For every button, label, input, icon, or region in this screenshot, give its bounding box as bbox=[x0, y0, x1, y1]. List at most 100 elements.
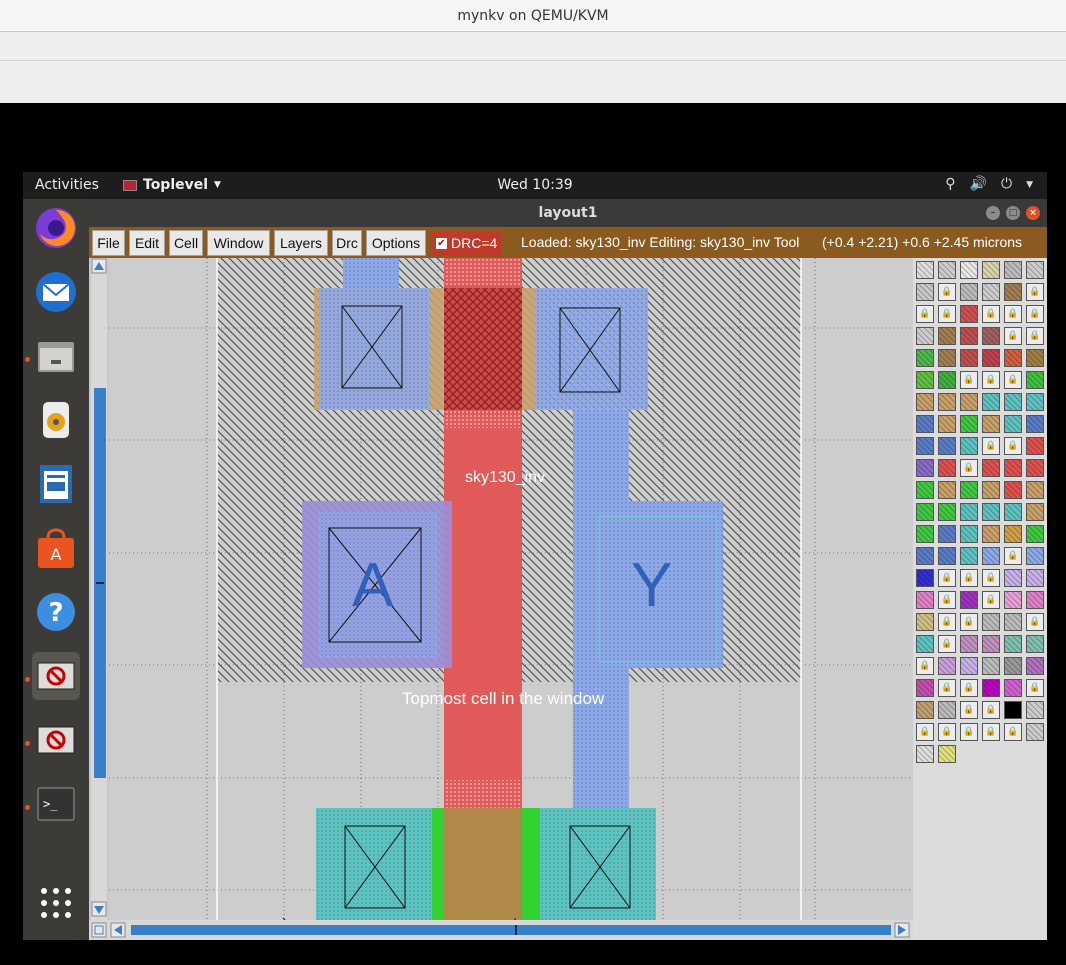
layer-lock-icon[interactable]: 🔒 bbox=[1026, 679, 1044, 697]
layer-swatch[interactable] bbox=[982, 547, 1000, 565]
layer-swatch[interactable] bbox=[916, 437, 934, 455]
show-applications-icon[interactable] bbox=[32, 879, 80, 927]
layer-lock-icon[interactable]: 🔒 bbox=[1004, 371, 1022, 389]
layer-swatch[interactable] bbox=[938, 393, 956, 411]
menu-options[interactable]: Options bbox=[366, 230, 426, 256]
horizontal-scrollbar[interactable] bbox=[89, 920, 913, 940]
layer-swatch[interactable] bbox=[960, 525, 978, 543]
layer-swatch[interactable] bbox=[1026, 701, 1044, 719]
layer-swatch[interactable] bbox=[982, 481, 1000, 499]
terminal-icon[interactable]: >_ bbox=[32, 780, 80, 828]
layer-swatch[interactable] bbox=[1004, 283, 1022, 301]
layer-swatch[interactable] bbox=[916, 547, 934, 565]
layer-swatch[interactable] bbox=[916, 327, 934, 345]
layer-swatch[interactable] bbox=[1004, 415, 1022, 433]
layer-lock-icon[interactable]: 🔒 bbox=[916, 305, 934, 323]
layer-lock-icon[interactable]: 🔒 bbox=[938, 569, 956, 587]
menu-window[interactable]: Window bbox=[207, 230, 270, 256]
power-icon[interactable]: ⏻ bbox=[1001, 176, 1012, 194]
software-center-icon[interactable]: A bbox=[32, 524, 80, 572]
layer-swatch[interactable] bbox=[1026, 657, 1044, 675]
layer-lock-icon[interactable]: 🔒 bbox=[938, 591, 956, 609]
layer-swatch[interactable] bbox=[960, 547, 978, 565]
layer-swatch[interactable] bbox=[916, 745, 934, 763]
layer-swatch[interactable] bbox=[982, 657, 1000, 675]
layer-swatch[interactable] bbox=[960, 503, 978, 521]
layer-swatch[interactable] bbox=[1004, 657, 1022, 675]
layer-lock-icon[interactable]: 🔒 bbox=[960, 723, 978, 741]
layer-swatch[interactable] bbox=[1004, 525, 1022, 543]
layer-swatch[interactable] bbox=[960, 591, 978, 609]
layer-swatch[interactable] bbox=[916, 503, 934, 521]
layer-lock-icon[interactable]: 🔒 bbox=[938, 283, 956, 301]
layer-lock-icon[interactable]: 🔒 bbox=[960, 459, 978, 477]
layer-swatch[interactable] bbox=[1004, 613, 1022, 631]
layer-swatch[interactable] bbox=[916, 349, 934, 367]
layer-swatch[interactable] bbox=[1026, 393, 1044, 411]
layer-swatch[interactable] bbox=[1026, 415, 1044, 433]
layer-swatch[interactable] bbox=[1004, 679, 1022, 697]
layer-swatch[interactable] bbox=[938, 349, 956, 367]
layer-lock-icon[interactable]: 🔒 bbox=[960, 613, 978, 631]
layer-swatch[interactable] bbox=[1004, 569, 1022, 587]
layer-swatch[interactable] bbox=[982, 393, 1000, 411]
layer-swatch[interactable] bbox=[982, 613, 1000, 631]
layer-swatch[interactable] bbox=[982, 525, 1000, 543]
layer-lock-icon[interactable]: 🔒 bbox=[982, 591, 1000, 609]
layer-swatch[interactable] bbox=[960, 657, 978, 675]
layer-lock-icon[interactable]: 🔒 bbox=[1026, 283, 1044, 301]
clock[interactable]: Wed 10:39 bbox=[23, 177, 1047, 193]
layer-swatch[interactable] bbox=[938, 415, 956, 433]
menu-edit[interactable]: Edit bbox=[129, 230, 165, 256]
layer-lock-icon[interactable]: 🔒 bbox=[938, 635, 956, 653]
layer-swatch[interactable] bbox=[960, 261, 978, 279]
layer-swatch[interactable] bbox=[1004, 459, 1022, 477]
layer-swatch[interactable] bbox=[916, 701, 934, 719]
layer-swatch[interactable] bbox=[960, 635, 978, 653]
layer-swatch[interactable] bbox=[1004, 261, 1022, 279]
layer-swatch[interactable] bbox=[1004, 393, 1022, 411]
layer-swatch[interactable] bbox=[1026, 371, 1044, 389]
layer-swatch[interactable] bbox=[982, 327, 1000, 345]
layer-swatch[interactable] bbox=[916, 591, 934, 609]
chevron-down-icon[interactable]: ▼ bbox=[1026, 176, 1033, 194]
libreoffice-writer-icon[interactable] bbox=[32, 460, 80, 508]
layer-swatch[interactable] bbox=[982, 415, 1000, 433]
layer-lock-icon[interactable]: 🔒 bbox=[1004, 547, 1022, 565]
layer-swatch[interactable] bbox=[1026, 349, 1044, 367]
layer-swatch[interactable] bbox=[960, 393, 978, 411]
layer-lock-icon[interactable]: 🔒 bbox=[982, 305, 1000, 323]
layer-lock-icon[interactable]: 🔒 bbox=[982, 371, 1000, 389]
layer-swatch[interactable] bbox=[1026, 437, 1044, 455]
minimize-icon[interactable]: – bbox=[986, 206, 1000, 220]
layer-lock-icon[interactable]: 🔒 bbox=[916, 657, 934, 675]
magic-layout-icon[interactable] bbox=[32, 652, 80, 700]
layer-swatch[interactable] bbox=[960, 305, 978, 323]
layer-swatch[interactable] bbox=[960, 437, 978, 455]
layer-swatch[interactable] bbox=[916, 459, 934, 477]
layer-swatch[interactable] bbox=[938, 657, 956, 675]
layer-lock-icon[interactable]: 🔒 bbox=[1004, 327, 1022, 345]
layer-lock-icon[interactable]: 🔒 bbox=[916, 723, 934, 741]
layer-swatch[interactable] bbox=[1026, 569, 1044, 587]
close-icon[interactable]: × bbox=[1026, 206, 1040, 220]
layer-swatch[interactable] bbox=[938, 459, 956, 477]
layer-swatch[interactable] bbox=[1026, 547, 1044, 565]
layer-swatch[interactable] bbox=[938, 327, 956, 345]
layer-lock-icon[interactable]: 🔒 bbox=[1004, 305, 1022, 323]
layer-lock-icon[interactable]: 🔒 bbox=[1026, 327, 1044, 345]
window-titlebar[interactable]: layout1 – □ × bbox=[89, 199, 1047, 227]
layer-swatch[interactable] bbox=[916, 415, 934, 433]
menu-file[interactable]: File bbox=[92, 230, 125, 256]
layer-swatch[interactable] bbox=[982, 283, 1000, 301]
layer-swatch[interactable] bbox=[1004, 701, 1022, 719]
layer-swatch[interactable] bbox=[982, 261, 1000, 279]
layer-swatch[interactable] bbox=[938, 745, 956, 763]
layer-swatch[interactable] bbox=[1004, 591, 1022, 609]
layer-swatch[interactable] bbox=[938, 371, 956, 389]
layer-lock-icon[interactable]: 🔒 bbox=[938, 305, 956, 323]
layer-swatch[interactable] bbox=[938, 525, 956, 543]
layer-swatch[interactable] bbox=[916, 393, 934, 411]
layer-swatch[interactable] bbox=[1026, 481, 1044, 499]
layer-lock-icon[interactable]: 🔒 bbox=[1004, 437, 1022, 455]
